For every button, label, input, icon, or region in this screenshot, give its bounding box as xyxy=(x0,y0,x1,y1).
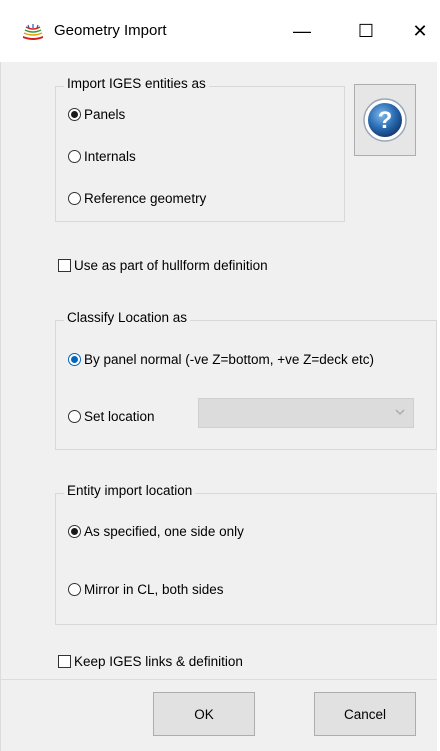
location-dropdown[interactable] xyxy=(198,398,414,428)
radio-internals-label: Internals xyxy=(84,149,136,164)
hullform-checkbox[interactable] xyxy=(58,259,71,272)
radio-mirror-label: Mirror in CL, both sides xyxy=(84,582,224,597)
minimize-icon: — xyxy=(293,20,311,41)
ok-button-label: OK xyxy=(194,706,214,722)
minimize-button[interactable]: — xyxy=(282,14,322,48)
keep-iges-checkbox[interactable] xyxy=(58,655,71,668)
radio-as-specified-indicator[interactable] xyxy=(68,525,81,538)
radio-as-specified-label: As specified, one side only xyxy=(84,524,244,539)
maximize-icon: ☐ xyxy=(357,20,375,41)
keep-iges-checkbox-label: Keep IGES links & definition xyxy=(74,654,243,669)
radio-panel-normal-label: By panel normal (-ve Z=bottom, +ve Z=dec… xyxy=(84,352,374,367)
radio-mirror-indicator[interactable] xyxy=(68,583,81,596)
radio-panel-normal-indicator[interactable] xyxy=(68,353,81,366)
radio-panels-indicator[interactable] xyxy=(68,108,81,121)
ok-button[interactable]: OK xyxy=(153,692,255,736)
entity-location-legend: Entity import location xyxy=(64,483,196,498)
radio-set-location-indicator[interactable] xyxy=(68,410,81,423)
maximize-button[interactable]: ☐ xyxy=(346,14,386,48)
keep-iges-checkbox-row[interactable]: Keep IGES links & definition xyxy=(58,654,243,669)
radio-set-location-label: Set location xyxy=(84,409,155,424)
classify-location-legend: Classify Location as xyxy=(64,310,191,325)
radio-by-panel-normal[interactable]: By panel normal (-ve Z=bottom, +ve Z=dec… xyxy=(68,352,374,367)
radio-panels[interactable]: Panels xyxy=(68,107,125,122)
classify-location-group xyxy=(55,320,437,450)
radio-internals[interactable]: Internals xyxy=(68,149,136,164)
radio-internals-indicator[interactable] xyxy=(68,150,81,163)
radio-reference-geometry[interactable]: Reference geometry xyxy=(68,191,206,206)
radio-panels-label: Panels xyxy=(84,107,126,122)
close-icon: ✕ xyxy=(412,20,428,41)
import-entities-legend: Import IGES entities as xyxy=(64,76,209,91)
radio-reference-label: Reference geometry xyxy=(84,191,207,206)
footer-divider xyxy=(0,679,437,680)
cancel-button[interactable]: Cancel xyxy=(314,692,416,736)
svg-text:?: ? xyxy=(378,107,393,134)
title-bar: Geometry Import — ☐ ✕ xyxy=(0,0,440,62)
entity-location-group xyxy=(55,493,437,625)
hullform-checkbox-label: Use as part of hullform definition xyxy=(74,258,268,273)
chevron-down-icon xyxy=(395,409,405,415)
window-title: Geometry Import xyxy=(54,22,167,39)
hullform-checkbox-row[interactable]: Use as part of hullform definition xyxy=(58,258,268,273)
radio-set-location[interactable]: Set location xyxy=(68,409,155,424)
radio-reference-indicator[interactable] xyxy=(68,192,81,205)
window-left-edge xyxy=(0,62,1,751)
close-button[interactable]: ✕ xyxy=(400,14,440,48)
geometry-hull-icon xyxy=(23,24,43,40)
help-question-icon: ? xyxy=(363,98,407,142)
radio-mirror[interactable]: Mirror in CL, both sides xyxy=(68,582,224,597)
radio-as-specified[interactable]: As specified, one side only xyxy=(68,524,244,539)
cancel-button-label: Cancel xyxy=(343,706,387,722)
help-button[interactable]: ? xyxy=(354,84,416,156)
